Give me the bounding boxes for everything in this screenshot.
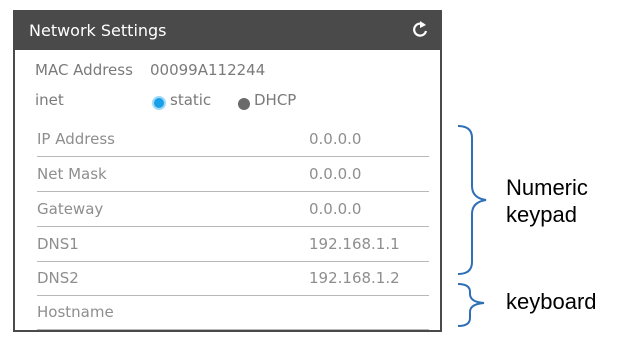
numeric-keypad-bracket — [457, 125, 487, 275]
numeric-keypad-annotation-line2: keypad — [506, 202, 577, 227]
numeric-keypad-annotation-line1: Numeric — [506, 175, 588, 200]
keyboard-annotation: keyboard — [506, 289, 597, 314]
keyboard-bracket — [457, 283, 485, 327]
